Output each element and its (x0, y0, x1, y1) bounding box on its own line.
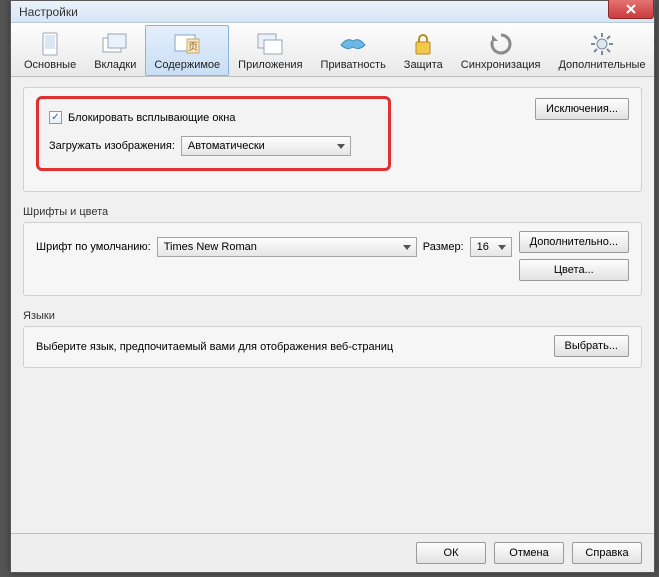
cancel-button[interactable]: Отмена (494, 542, 564, 564)
ok-button[interactable]: ОК (416, 542, 486, 564)
languages-section: Языки Выбрать... Выберите язык, предпочи… (23, 310, 642, 368)
close-icon (626, 4, 636, 14)
tab-label: Приложения (238, 59, 302, 71)
tab-applications[interactable]: Приложения (229, 25, 311, 76)
tab-security[interactable]: Защита (395, 25, 452, 76)
general-icon (36, 31, 64, 57)
titlebar: Настройки (11, 1, 654, 23)
font-size-select[interactable]: 16 (470, 237, 512, 257)
block-popups-checkbox[interactable]: ✓ (49, 111, 62, 124)
popup-group: Исключения... ✓ Блокировать всплывающие … (23, 87, 642, 192)
font-select[interactable]: Times New Roman (157, 237, 417, 257)
block-popups-label: Блокировать всплывающие окна (68, 112, 235, 124)
applications-icon (256, 31, 284, 57)
tab-tabs[interactable]: Вкладки (85, 25, 145, 76)
load-images-row: Загружать изображения: Автоматически (49, 136, 378, 156)
size-label: Размер: (423, 241, 464, 253)
choose-language-button[interactable]: Выбрать... (554, 335, 629, 357)
tab-label: Приватность (321, 59, 386, 71)
tab-label: Защита (404, 59, 443, 71)
fonts-title: Шрифты и цвета (23, 206, 642, 218)
languages-desc-row: Выберите язык, предпочитаемый вами для о… (36, 341, 629, 353)
tabs-icon (101, 31, 129, 57)
tab-content[interactable]: 页 Содержимое (145, 25, 229, 76)
tab-label: Основные (24, 59, 76, 71)
settings-window: Настройки Основные Вкладки 页 Содержимое (10, 0, 655, 573)
load-images-value: Автоматически (188, 140, 265, 152)
svg-text:页: 页 (188, 41, 198, 53)
font-size-value: 16 (477, 241, 489, 253)
tab-general[interactable]: Основные (15, 25, 85, 76)
block-popups-row: ✓ Блокировать всплывающие окна (49, 111, 378, 124)
exceptions-button[interactable]: Исключения... (535, 98, 629, 120)
tab-label: Содержимое (154, 59, 220, 71)
toolbar: Основные Вкладки 页 Содержимое Приложения… (11, 23, 654, 77)
content-panel: Исключения... ✓ Блокировать всплывающие … (11, 77, 654, 533)
languages-title: Языки (23, 310, 642, 322)
highlight-box: ✓ Блокировать всплывающие окна Загружать… (36, 96, 391, 171)
tab-sync[interactable]: Синхронизация (452, 25, 550, 76)
window-title: Настройки (19, 5, 78, 19)
languages-description: Выберите язык, предпочитаемый вами для о… (36, 341, 393, 353)
sync-icon (487, 31, 515, 57)
tab-privacy[interactable]: Приватность (312, 25, 395, 76)
gear-icon (588, 31, 616, 57)
tab-label: Дополнительные (558, 59, 645, 71)
colors-button[interactable]: Цвета... (519, 259, 629, 281)
tab-advanced[interactable]: Дополнительные (549, 25, 654, 76)
fonts-section: Шрифты и цвета Дополнительно... Цвета...… (23, 206, 642, 296)
content-icon: 页 (173, 31, 201, 57)
default-font-label: Шрифт по умолчанию: (36, 241, 151, 253)
help-button[interactable]: Справка (572, 542, 642, 564)
tab-label: Синхронизация (461, 59, 541, 71)
font-value: Times New Roman (164, 241, 257, 253)
close-button[interactable] (608, 0, 654, 19)
footer: ОК Отмена Справка (11, 533, 654, 572)
tab-label: Вкладки (94, 59, 136, 71)
privacy-icon (339, 31, 367, 57)
load-images-select[interactable]: Автоматически (181, 136, 351, 156)
lock-icon (409, 31, 437, 57)
load-images-label: Загружать изображения: (49, 140, 175, 152)
fonts-advanced-button[interactable]: Дополнительно... (519, 231, 629, 253)
